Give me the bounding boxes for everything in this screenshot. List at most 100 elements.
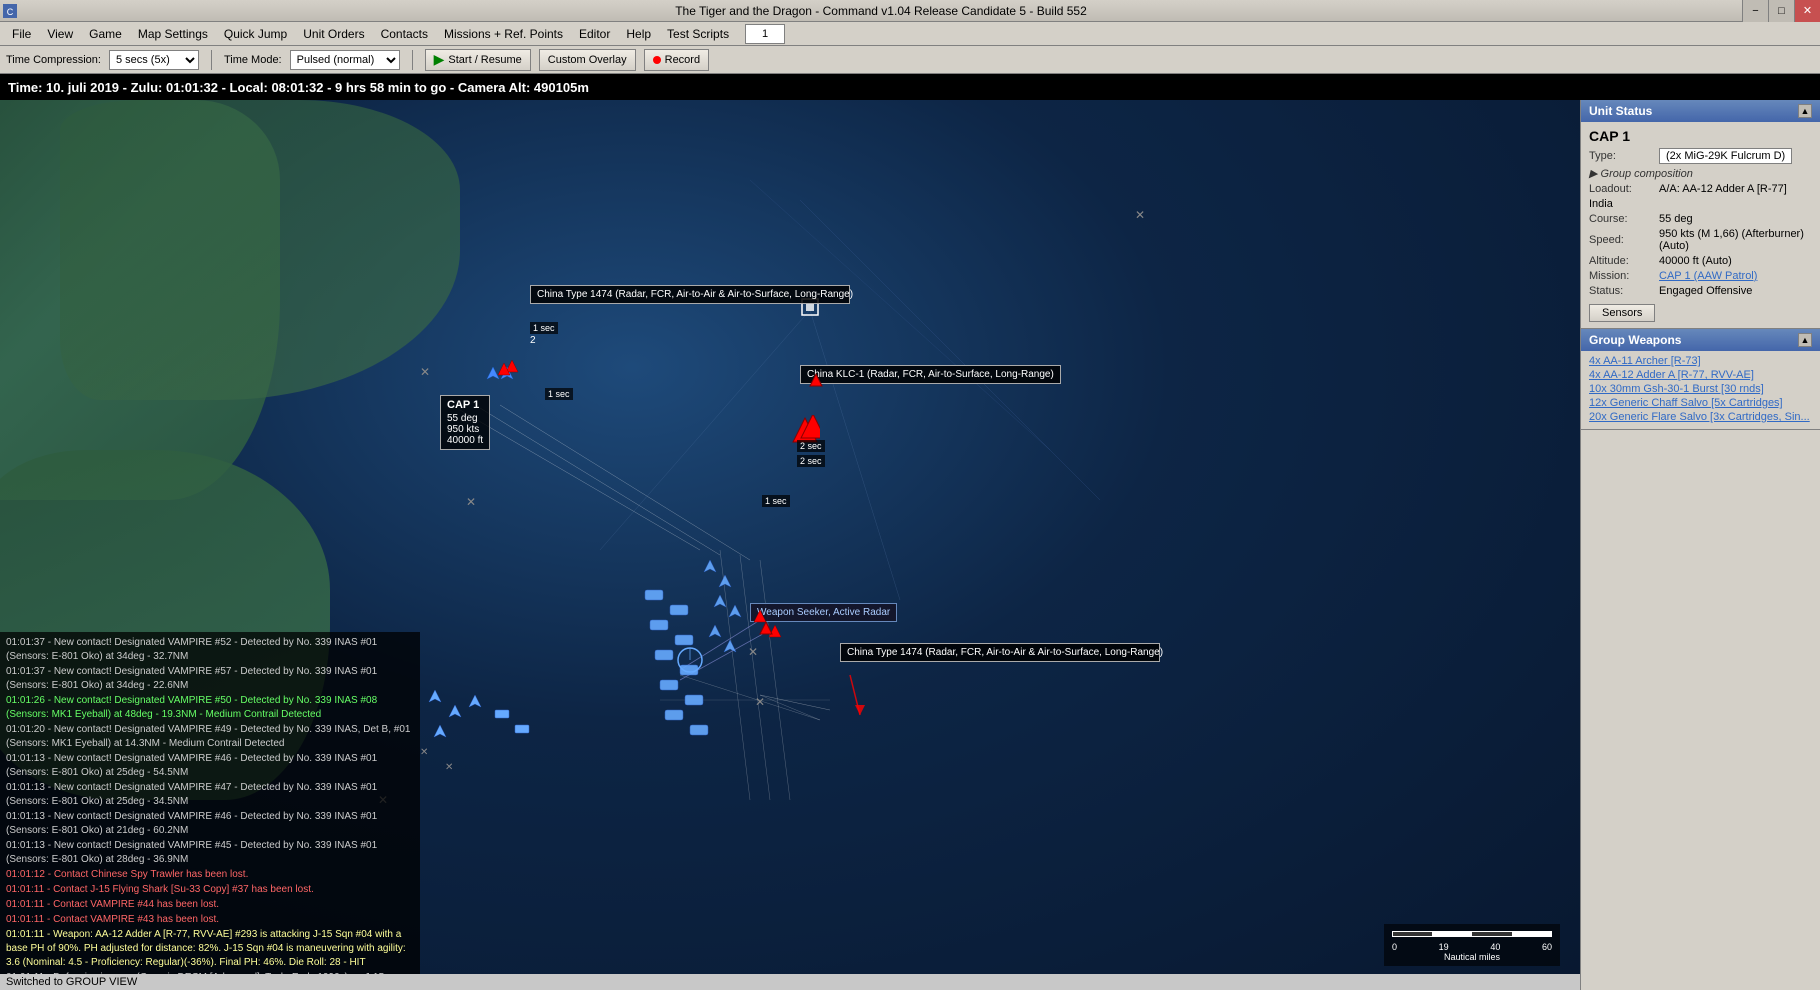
record-button[interactable]: Record	[644, 49, 709, 71]
weapon-0[interactable]: 4x AA-11 Archer [R-73]	[1589, 355, 1812, 367]
course-label: Course:	[1589, 213, 1659, 225]
side-value: India	[1589, 198, 1613, 210]
speed-value: 950 kts (M 1,66) (Afterburner) (Auto)	[1659, 228, 1812, 252]
toolbar: Time Compression: 5 secs (5x) Time Mode:…	[0, 46, 1820, 74]
weapon-1[interactable]: 4x AA-12 Adder A [R-77, RVV-AE]	[1589, 369, 1812, 381]
group-weapons-section: Group Weapons ▲ 4x AA-11 Archer [R-73] 4…	[1581, 329, 1820, 430]
status-text: Time: 10. juli 2019 - Zulu: 01:01:32 - L…	[8, 80, 589, 95]
scale-40: 40	[1490, 942, 1500, 952]
menu-game[interactable]: Game	[81, 25, 130, 43]
log-entry-11: 01:01:11 - Contact VAMPIRE #43 has been …	[6, 913, 414, 927]
titlebar: C The Tiger and the Dragon - Command v1.…	[0, 0, 1820, 22]
time-mode-select[interactable]: Pulsed (normal)	[290, 50, 400, 70]
side-row: India	[1589, 198, 1812, 210]
time-ind-3: 1 sec	[762, 495, 790, 507]
menu-view[interactable]: View	[39, 25, 81, 43]
scale-labels: 0 19 40 60	[1392, 942, 1552, 952]
menu-missions[interactable]: Missions + Ref. Points	[436, 25, 571, 43]
altitude-value: 40000 ft (Auto)	[1659, 255, 1732, 267]
tab-input[interactable]: 1	[745, 24, 785, 44]
weapon-4[interactable]: 20x Generic Flare Salvo [3x Cartridges, …	[1589, 411, 1812, 423]
group-weapons-collapse[interactable]: ▲	[1798, 333, 1812, 347]
status-label: Status:	[1589, 285, 1659, 297]
sensors-button[interactable]: Sensors	[1589, 304, 1655, 322]
friendly-aircraft-group[interactable]	[480, 355, 520, 398]
scale-19: 19	[1439, 942, 1449, 952]
time-ind-4: 2 sec	[797, 440, 825, 452]
type-label: Type:	[1589, 150, 1659, 162]
menu-editor[interactable]: Editor	[571, 25, 618, 43]
unit-status-collapse[interactable]: ▲	[1798, 104, 1812, 118]
enemy-unit-1[interactable]	[808, 372, 824, 391]
unit-status-section: Unit Status ▲ CAP 1 Type: (2x MiG-29K Fu…	[1581, 100, 1820, 329]
close-button[interactable]: ✕	[1794, 0, 1820, 22]
bottom-units[interactable]: ✕ ✕	[415, 680, 565, 803]
menu-test-scripts[interactable]: Test Scripts	[659, 25, 737, 43]
menu-help[interactable]: Help	[618, 25, 659, 43]
start-resume-button[interactable]: ▶ Start / Resume	[425, 49, 531, 71]
menu-contacts[interactable]: Contacts	[373, 25, 436, 43]
loadout-label: Loadout:	[1589, 183, 1659, 195]
map-area[interactable]: China Type 1474 (Radar, FCR, Air-to-Air …	[0, 100, 1580, 990]
record-dot-icon	[653, 56, 661, 64]
enemy-unit-bottom[interactable]	[758, 620, 774, 639]
log-entry-4: 01:01:13 - New contact! Designated VAMPI…	[6, 752, 414, 780]
speed-row: Speed: 950 kts (M 1,66) (Afterburner) (A…	[1589, 228, 1812, 252]
menu-quick-jump[interactable]: Quick Jump	[216, 25, 295, 43]
custom-overlay-button[interactable]: Custom Overlay	[539, 49, 636, 71]
menubar: File View Game Map Settings Quick Jump U…	[0, 22, 1820, 46]
weapon-2[interactable]: 10x 30mm Gsh-30-1 Burst [30 rnds]	[1589, 383, 1812, 395]
log-entry-0: 01:01:37 - New contact! Designated VAMPI…	[6, 636, 414, 664]
friendly-cluster[interactable]	[640, 550, 840, 833]
time-mode-label: Time Mode:	[224, 54, 282, 66]
svg-text:C: C	[7, 7, 14, 17]
time-ind-1: 1 sec	[530, 322, 558, 334]
unit-status-content: CAP 1 Type: (2x MiG-29K Fulcrum D) ▶ Gro…	[1581, 122, 1820, 328]
status-value: Engaged Offensive	[1659, 285, 1752, 297]
close-x-2[interactable]: ✕	[420, 365, 430, 379]
switched-status: Switched to GROUP VIEW	[0, 974, 1580, 990]
svg-text:✕: ✕	[420, 747, 428, 758]
tooltip-china-1474-bottom: China Type 1474 (Radar, FCR, Air-to-Air …	[840, 643, 1160, 662]
time-compression-label: Time Compression:	[6, 54, 101, 66]
menu-unit-orders[interactable]: Unit Orders	[295, 25, 372, 43]
scale-unit-label: Nautical miles	[1392, 952, 1552, 962]
loadout-value: A/A: AA-12 Adder A [R-77]	[1659, 183, 1787, 195]
map-canvas: China Type 1474 (Radar, FCR, Air-to-Air …	[0, 100, 1580, 990]
right-panel: Unit Status ▲ CAP 1 Type: (2x MiG-29K Fu…	[1580, 100, 1820, 990]
group-composition-link[interactable]: ▶ Group composition	[1589, 167, 1693, 180]
menu-file[interactable]: File	[4, 25, 39, 43]
cap1-altitude: 40000 ft	[447, 435, 483, 446]
log-panel: 01:01:37 - New contact! Designated VAMPI…	[0, 632, 420, 990]
close-x-3[interactable]: ✕	[466, 495, 476, 509]
time-ind-2: 1 sec	[545, 388, 573, 400]
cap1-label: CAP 1	[447, 399, 483, 411]
separator-2	[412, 50, 413, 70]
radar-circle	[675, 645, 705, 678]
mission-row: Mission: CAP 1 (AAW Patrol)	[1589, 270, 1812, 282]
tooltip-china-1474-top: China Type 1474 (Radar, FCR, Air-to-Air …	[530, 285, 850, 304]
type-value-button[interactable]: (2x MiG-29K Fulcrum D)	[1659, 148, 1792, 164]
time-compression-select[interactable]: 5 secs (5x)	[109, 50, 199, 70]
svg-text:✕: ✕	[445, 762, 453, 773]
cap1-info-box[interactable]: CAP 1 55 deg 950 kts 40000 ft	[440, 395, 490, 450]
status-bar: Time: 10. juli 2019 - Zulu: 01:01:32 - L…	[0, 74, 1820, 100]
course-row: Course: 55 deg	[1589, 213, 1812, 225]
log-entry-5: 01:01:13 - New contact! Designated VAMPI…	[6, 781, 414, 809]
weapon-3[interactable]: 12x Generic Chaff Salvo [5x Cartridges]	[1589, 397, 1812, 409]
menu-map-settings[interactable]: Map Settings	[130, 25, 216, 43]
record-label: Record	[665, 54, 700, 66]
group-weapons-header: Group Weapons ▲	[1581, 329, 1820, 351]
scale-60: 60	[1542, 942, 1552, 952]
minimize-button[interactable]: −	[1742, 0, 1768, 22]
unit-status-header: Unit Status ▲	[1581, 100, 1820, 122]
mission-value-link[interactable]: CAP 1 (AAW Patrol)	[1659, 270, 1757, 282]
log-entry-7: 01:01:13 - New contact! Designated VAMPI…	[6, 839, 414, 867]
scale-seg-2	[1432, 931, 1472, 937]
play-icon: ▶	[434, 51, 445, 68]
app-icon: C	[0, 0, 20, 22]
close-x-1[interactable]: ✕	[1135, 208, 1145, 222]
maximize-button[interactable]: □	[1768, 0, 1794, 22]
altitude-label: Altitude:	[1589, 255, 1659, 267]
log-entry-3: 01:01:20 - New contact! Designated VAMPI…	[6, 723, 414, 751]
